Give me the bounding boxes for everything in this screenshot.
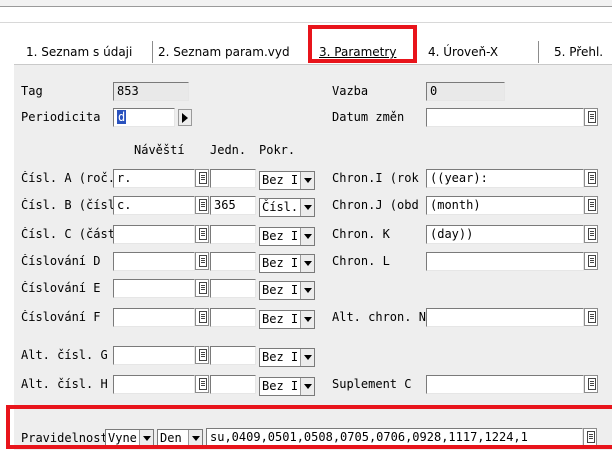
chron-l-input[interactable] [426, 252, 584, 271]
chevron-down-icon[interactable] [300, 311, 314, 328]
tab-uroven-x[interactable]: 4. Úroveň-X [428, 42, 498, 62]
cisl-a-navesti-picker-icon[interactable] [195, 169, 209, 187]
cisl-a-jedn-input[interactable] [210, 169, 256, 188]
chron-i-input[interactable]: ((year): [426, 169, 584, 188]
cisl-b-label: Čísl. B (číslo) [21, 198, 114, 212]
tab-separator [152, 41, 153, 63]
datum-zmen-label: Datum změn [332, 110, 405, 124]
parameters-panel: Tag 853 Vazba 0 Periodicita d Datum změn… [14, 64, 612, 450]
chevron-down-icon[interactable] [300, 349, 314, 366]
alt-cisl-g-jedn-input[interactable] [210, 346, 256, 365]
alt-cisl-g-navesti-picker-icon[interactable] [195, 346, 209, 364]
pravidelnost-highlight [6, 405, 612, 449]
chevron-down-icon[interactable] [300, 228, 314, 245]
vazba-field: 0 [426, 82, 505, 101]
chron-j-input[interactable]: (month) [426, 196, 584, 215]
cislovani-f-label: Číslování F [21, 310, 101, 324]
suplement-c-input[interactable] [426, 375, 584, 394]
alt-cisl-h-label: Alt. čísl. H [21, 377, 108, 391]
chron-i-picker-icon[interactable] [584, 169, 598, 187]
cisl-b-navesti-picker-icon[interactable] [195, 196, 209, 214]
alt-chron-n-label: Alt. chron. N [332, 310, 426, 324]
chevron-down-icon[interactable] [300, 255, 314, 272]
chevron-down-icon[interactable] [300, 282, 314, 299]
jedn-column-header: Jedn. [210, 143, 247, 157]
cislovani-f-pokr-select[interactable]: Bez I [259, 310, 315, 329]
cislovani-e-navesti-input[interactable] [113, 279, 195, 298]
cisl-b-navesti-input[interactable]: c. [113, 196, 195, 215]
alt-cisl-h-jedn-input[interactable] [210, 375, 256, 394]
tab-parametry[interactable]: 3. Parametry [319, 42, 396, 62]
divider-line [0, 6, 612, 7]
alt-chron-n-picker-icon[interactable] [584, 308, 598, 326]
cisl-a-navesti-input[interactable]: r. [113, 169, 195, 188]
cislovani-e-label: Číslování E [21, 281, 101, 295]
periodicita-arrow-button[interactable] [178, 109, 192, 126]
cisl-b-jedn-input[interactable]: 365 [210, 196, 256, 215]
tag-field: 853 [113, 82, 189, 101]
tab-seznam-s-udaji[interactable]: 1. Seznam s údaji [26, 42, 132, 62]
pokr-column-header: Pokr. [259, 143, 296, 157]
tag-label: Tag [21, 84, 43, 98]
periodicita-label: Periodicita [21, 110, 101, 124]
suplement-c-picker-icon[interactable] [584, 375, 598, 393]
chron-k-picker-icon[interactable] [584, 225, 598, 243]
periodicita-input[interactable]: d [113, 108, 175, 127]
chevron-down-icon[interactable] [300, 199, 314, 216]
cislovani-d-jedn-input[interactable] [210, 252, 256, 271]
chron-j-label: Chron.J (obd [332, 198, 419, 212]
alt-cisl-g-label: Alt. čísl. G [21, 348, 108, 362]
divider-line [0, 25, 612, 26]
suplement-c-label: Suplement C [332, 377, 412, 391]
datum-zmen-picker-icon[interactable] [584, 108, 598, 126]
cislovani-d-pokr-select[interactable]: Bez I [259, 254, 315, 273]
cisl-c-pokr-select[interactable]: Bez I [259, 227, 315, 246]
datum-zmen-input[interactable] [426, 108, 584, 127]
cisl-a-pokr-select[interactable]: Bez I [259, 171, 315, 190]
chron-k-input[interactable]: (day)) [426, 225, 584, 244]
tab-separator [538, 41, 539, 63]
alt-cisl-h-navesti-input[interactable] [113, 375, 195, 394]
chron-l-picker-icon[interactable] [584, 252, 598, 270]
tab-prehled[interactable]: 5. Přehl. [554, 42, 603, 62]
cislovani-d-navesti-picker-icon[interactable] [195, 252, 209, 270]
vazba-label: Vazba [332, 84, 369, 98]
alt-cisl-g-navesti-input[interactable] [113, 346, 195, 365]
navesti-column-header: Návěští [134, 143, 185, 157]
tab-strip: 1. Seznam s údaji 2. Seznam param.vyd 3.… [14, 25, 612, 64]
cislovani-e-jedn-input[interactable] [210, 279, 256, 298]
cislovani-e-navesti-picker-icon[interactable] [195, 279, 209, 297]
alt-cisl-h-pokr-select[interactable]: Bez I [259, 377, 315, 396]
cislovani-e-pokr-select[interactable]: Bez I [259, 281, 315, 300]
cisl-c-navesti-input[interactable] [113, 225, 195, 244]
divider-line [0, 22, 612, 23]
cislovani-f-navesti-picker-icon[interactable] [195, 308, 209, 326]
cislovani-f-jedn-input[interactable] [210, 308, 256, 327]
chevron-down-icon[interactable] [300, 378, 314, 395]
chevron-down-icon[interactable] [300, 172, 314, 189]
cisl-c-label: Čísl. C (část) [21, 227, 114, 241]
cisl-a-label: Čísl. A (roč.) [21, 171, 114, 185]
chron-k-label: Chron. K [332, 227, 390, 241]
chron-i-label: Chron.I (rok [332, 171, 419, 185]
cisl-c-navesti-picker-icon[interactable] [195, 225, 209, 243]
chron-j-picker-icon[interactable] [584, 196, 598, 214]
alt-cisl-h-navesti-picker-icon[interactable] [195, 375, 209, 393]
cislovani-f-navesti-input[interactable] [113, 308, 195, 327]
cisl-b-pokr-select[interactable]: Čísl. : [259, 198, 315, 217]
chron-l-label: Chron. L [332, 254, 390, 268]
cisl-c-jedn-input[interactable] [210, 225, 256, 244]
alt-chron-n-input[interactable] [426, 308, 584, 327]
alt-cisl-g-pokr-select[interactable]: Bez I [259, 348, 315, 367]
tab-seznam-param-vyd[interactable]: 2. Seznam param.vyd [158, 42, 290, 62]
cislovani-d-label: Číslování D [21, 254, 101, 268]
cislovani-d-navesti-input[interactable] [113, 252, 195, 271]
